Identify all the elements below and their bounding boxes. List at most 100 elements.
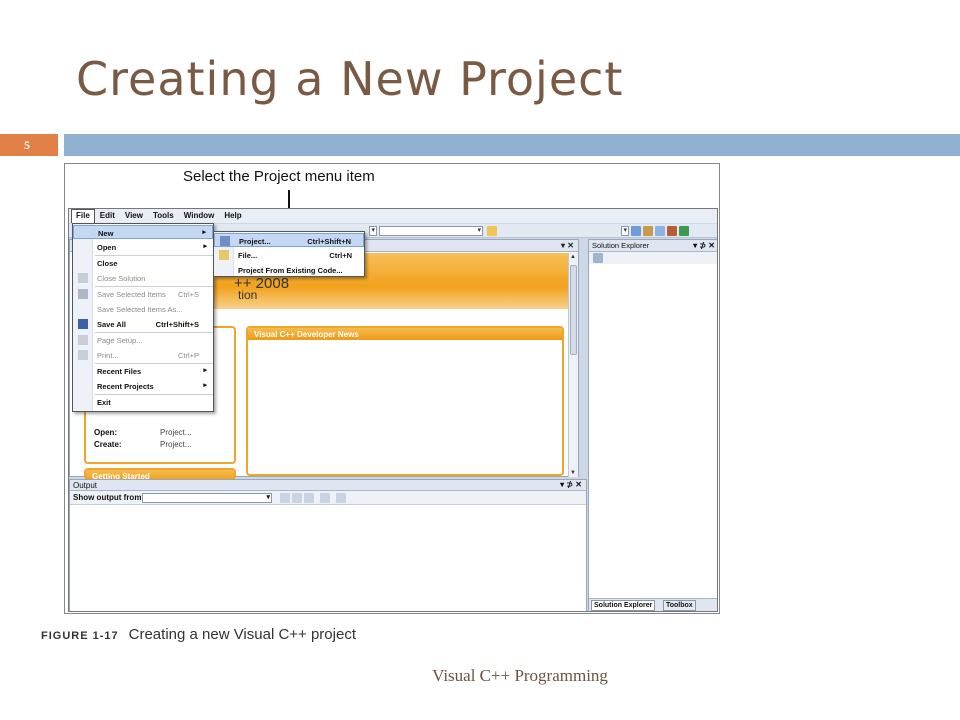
- file-menu-save-as-label: Save Selected Items As...: [97, 305, 183, 314]
- create-row[interactable]: Create: Project...: [94, 440, 192, 449]
- go-to-next-icon[interactable]: [292, 493, 302, 503]
- menu-edit[interactable]: Edit: [95, 209, 120, 223]
- tab-toolbox[interactable]: Toolbox: [663, 600, 696, 611]
- file-menu-open-label: Open: [97, 243, 117, 252]
- properties-icon[interactable]: [643, 226, 653, 236]
- scroll-thumb[interactable]: [570, 265, 577, 355]
- menu-window[interactable]: Window: [179, 209, 220, 223]
- figure-caption-text: Creating a new Visual C++ project: [128, 626, 356, 643]
- save-all-icon: [78, 319, 88, 329]
- page-setup-icon: [78, 335, 88, 345]
- menu-file[interactable]: File: [71, 209, 95, 223]
- solution-explorer-header: Solution Explorer ▾ ⊅ ✕: [589, 240, 717, 252]
- visual-studio-window: File Edit View Tools Window Help ▾ ✕ +: [68, 208, 718, 612]
- file-menu-save-selected[interactable]: Save Selected Items Ctrl+S: [73, 287, 213, 301]
- file-menu-exit[interactable]: Exit: [73, 395, 213, 409]
- open-row[interactable]: Open: Project...: [94, 428, 192, 437]
- create-label: Create:: [94, 440, 122, 449]
- solution-explorer-toolbar: [589, 252, 717, 264]
- file-menu-page-setup[interactable]: Page Setup...: [73, 333, 213, 347]
- developer-news-header: Visual C++ Developer News: [248, 328, 562, 340]
- toolbar-combo-3[interactable]: [621, 226, 629, 236]
- new-project-shortcut: Ctrl+Shift+N: [307, 237, 351, 246]
- submenu-arrow-icon: ▸: [202, 229, 206, 236]
- start-page-icon[interactable]: [679, 226, 689, 236]
- document-scrollbar[interactable]: ▲ ▼: [568, 253, 578, 477]
- save-shortcut: Ctrl+S: [177, 290, 199, 299]
- solution-explorer-pane: Solution Explorer ▾ ⊅ ✕ Solution Explore…: [588, 239, 717, 611]
- file-menu-recent-projects[interactable]: Recent Projects ▸: [73, 379, 213, 393]
- save-all-shortcut: Ctrl+Shift+S: [155, 320, 199, 329]
- figure-caption: FIGURE 1-17 Creating a new Visual C++ pro…: [41, 626, 356, 643]
- output-title: Output: [73, 481, 98, 490]
- find-message-icon[interactable]: [304, 493, 314, 503]
- scroll-down-icon[interactable]: ▼: [570, 470, 576, 476]
- solution-explorer-title: Solution Explorer: [592, 241, 650, 250]
- solution-explorer-controls[interactable]: ▾ ⊅ ✕: [693, 241, 715, 250]
- file-menu-save-all[interactable]: Save All Ctrl+Shift+S: [73, 317, 213, 331]
- header-band: [64, 134, 960, 156]
- close-solution-icon: [78, 273, 88, 283]
- new-submenu: Project... Ctrl+Shift+N File... Ctrl+N P…: [213, 231, 365, 277]
- new-file-menu-item[interactable]: File... Ctrl+N: [214, 248, 364, 262]
- project-from-existing-code-label: Project From Existing Code...: [238, 266, 343, 275]
- file-menu-print[interactable]: Print... Ctrl+P: [73, 348, 213, 362]
- tab-solution-explorer[interactable]: Solution Explorer: [591, 600, 656, 611]
- figure-caption-label: FIGURE 1-17: [41, 630, 119, 642]
- go-to-previous-icon[interactable]: [280, 493, 290, 503]
- slide-footer: Visual C++ Programming: [432, 666, 608, 685]
- new-file-icon: [219, 250, 229, 260]
- print-icon: [78, 350, 88, 360]
- new-file-shortcut: Ctrl+N: [329, 251, 352, 260]
- toolbar-combo-1[interactable]: [369, 226, 377, 236]
- file-menu-print-label: Print...: [97, 351, 119, 360]
- file-menu-close-solution[interactable]: Close Solution: [73, 271, 213, 285]
- object-browser-icon[interactable]: [655, 226, 665, 236]
- document-controls[interactable]: ▾ ✕: [561, 241, 574, 250]
- toolbar-combo-2[interactable]: [379, 226, 483, 236]
- developer-news-panel: Visual C++ Developer News: [246, 326, 564, 476]
- menu-view[interactable]: View: [120, 209, 148, 223]
- new-project-label: Project...: [239, 237, 271, 246]
- file-menu-new[interactable]: New ▸: [73, 225, 213, 239]
- submenu-arrow-icon: ▸: [203, 243, 207, 250]
- show-output-label: Show output from:: [73, 493, 145, 502]
- new-file-label: File...: [238, 251, 258, 260]
- clear-all-icon[interactable]: [320, 493, 330, 503]
- file-menu-dropdown: New ▸ Open ▸ Close Close Solution Save S…: [72, 223, 214, 412]
- scroll-up-icon[interactable]: ▲: [570, 254, 576, 260]
- file-menu-open[interactable]: Open ▸: [73, 240, 213, 254]
- open-project-link[interactable]: Project...: [160, 428, 192, 437]
- toolbox-icon[interactable]: [667, 226, 677, 236]
- output-header: Output ▾ ⊅ ✕: [70, 480, 586, 491]
- callout-text: Select the Project menu item: [183, 168, 375, 185]
- file-menu-exit-label: Exit: [97, 398, 111, 407]
- file-menu-close[interactable]: Close: [73, 256, 213, 270]
- banner-edition: tion: [238, 288, 258, 302]
- file-menu-recent-files[interactable]: Recent Files ▸: [73, 364, 213, 378]
- solution-explorer-icon[interactable]: [631, 226, 641, 236]
- solution-explorer-tabs: Solution Explorer Toolbox: [589, 598, 717, 611]
- file-menu-recent-files-label: Recent Files: [97, 367, 142, 376]
- project-from-existing-code-menu-item[interactable]: Project From Existing Code...: [214, 263, 364, 277]
- menubar: File Edit View Tools Window Help: [69, 209, 717, 223]
- word-wrap-icon[interactable]: [336, 493, 346, 503]
- save-icon: [78, 289, 88, 299]
- submenu-arrow-icon: ▸: [203, 382, 207, 389]
- find-icon[interactable]: [487, 226, 497, 236]
- file-menu-save-selected-as[interactable]: Save Selected Items As...: [73, 302, 213, 316]
- show-output-select[interactable]: [142, 493, 272, 503]
- submenu-arrow-icon: ▸: [203, 367, 207, 374]
- print-shortcut: Ctrl+P: [177, 351, 199, 360]
- file-menu-close-solution-label: Close Solution: [97, 274, 146, 283]
- file-menu-close-label: Close: [97, 259, 118, 268]
- menu-tools[interactable]: Tools: [148, 209, 179, 223]
- properties-icon[interactable]: [593, 253, 603, 263]
- menu-help[interactable]: Help: [219, 209, 246, 223]
- open-label: Open:: [94, 428, 118, 437]
- output-controls[interactable]: ▾ ⊅ ✕: [560, 480, 582, 489]
- create-project-link[interactable]: Project...: [160, 440, 192, 449]
- slide-number: 5: [0, 134, 58, 156]
- new-project-menu-item[interactable]: Project... Ctrl+Shift+N: [214, 233, 364, 247]
- figure-screenshot: Select the Project menu item File Edit V…: [64, 163, 720, 614]
